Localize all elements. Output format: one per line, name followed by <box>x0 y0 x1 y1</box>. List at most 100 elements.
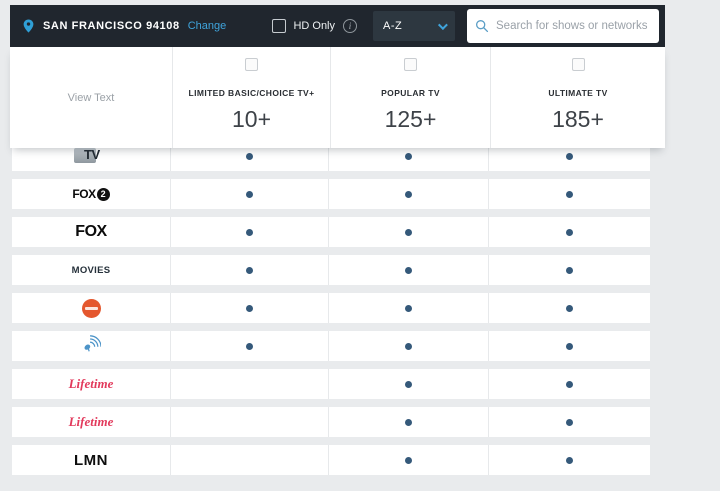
location-pin-icon <box>23 19 34 33</box>
package-cell <box>488 331 650 361</box>
location-text: SAN FRANCISCO 94108 <box>43 20 180 32</box>
channel-row: LMN <box>12 445 650 475</box>
channel-logo-orange-circle-icon <box>81 298 101 318</box>
package-name: ULTIMATE TV <box>548 88 608 98</box>
channel-logo-label: FOX <box>72 187 96 201</box>
channel-row: MOVIES <box>12 255 650 285</box>
channel-logo-satellite-dish-icon <box>81 334 102 359</box>
inclusion-dot <box>405 304 412 312</box>
inclusion-dot <box>246 342 253 350</box>
channel-row: FOX 2 <box>12 179 650 209</box>
package-cell <box>170 407 328 437</box>
package-cell <box>488 179 650 209</box>
package-checkbox-ultimate-tv[interactable] <box>571 58 585 71</box>
channel-row <box>12 293 650 323</box>
channel-logo-lifetime: Lifetime <box>68 414 114 429</box>
inclusion-dot <box>566 456 573 464</box>
inclusion-dot <box>405 456 412 464</box>
orange-circle-band <box>84 306 98 310</box>
package-checkbox-popular-tv[interactable] <box>404 58 417 71</box>
fox2-circle: 2 <box>96 187 110 201</box>
package-cell <box>170 293 328 323</box>
channel-logo-cell <box>12 331 170 361</box>
channel-logo-cell: MOVIES <box>12 255 170 285</box>
package-cell <box>488 217 650 247</box>
channel-table-body: TV FOX 2 FOX MOVIES Lifetime Lifetime LMN <box>12 141 650 475</box>
package-name: POPULAR TV <box>381 88 440 98</box>
inclusion-dot <box>246 228 253 236</box>
channel-logo-fox2: FOX 2 <box>72 187 110 201</box>
channel-row <box>12 331 650 361</box>
change-location-link[interactable]: Change <box>188 20 227 32</box>
package-cell <box>170 217 328 247</box>
package-cell <box>488 407 650 437</box>
channel-logo-lifetime: Lifetime <box>68 376 114 391</box>
package-cell <box>170 179 328 209</box>
package-cell <box>328 407 488 437</box>
package-channel-count: 125+ <box>384 106 437 132</box>
inclusion-dot <box>246 266 253 274</box>
inclusion-dot <box>405 380 412 388</box>
inclusion-dot <box>405 342 412 350</box>
inclusion-dot <box>405 266 412 274</box>
sort-dropdown[interactable]: A-Z <box>373 11 455 41</box>
channel-logo-cell: FOX <box>12 217 170 247</box>
package-cell <box>488 369 650 399</box>
package-column-popular-tv: POPULAR TV 125+ <box>330 47 490 148</box>
package-cell <box>170 445 328 475</box>
channel-row: FOX <box>12 217 650 247</box>
channel-logo-movies: MOVIES <box>71 264 111 276</box>
inclusion-dot <box>405 152 412 160</box>
package-checkbox-limited-basic[interactable] <box>245 58 258 71</box>
channel-logo-cell: Lifetime <box>12 369 170 399</box>
search-icon <box>476 20 489 33</box>
inclusion-dot <box>566 152 573 160</box>
inclusion-dot <box>405 228 412 236</box>
inclusion-dot <box>566 266 573 274</box>
chevron-down-icon <box>437 19 448 30</box>
package-cell <box>170 255 328 285</box>
inclusion-dot <box>246 190 253 198</box>
package-cell <box>170 369 328 399</box>
inclusion-dot <box>566 418 573 426</box>
package-name: LIMITED BASIC/CHOICE TV+ <box>188 88 315 98</box>
channel-logo-label: TV <box>84 147 100 162</box>
package-cell <box>488 255 650 285</box>
inclusion-dot <box>246 304 253 312</box>
info-icon[interactable]: i <box>343 19 357 33</box>
inclusion-dot <box>405 418 412 426</box>
package-cell <box>328 331 488 361</box>
channel-logo-cell: Lifetime <box>12 407 170 437</box>
search-input[interactable] <box>496 20 651 32</box>
search-box[interactable] <box>467 9 659 43</box>
package-channel-count: 10+ <box>231 106 271 132</box>
channel-row: Lifetime <box>12 369 650 399</box>
channel-logo-cell: FOX 2 <box>12 179 170 209</box>
view-text-column: View Text <box>10 47 172 148</box>
channel-logo-cell <box>12 293 170 323</box>
channel-logo-cell: LMN <box>12 445 170 475</box>
hd-only-checkbox[interactable] <box>272 19 287 33</box>
view-text-link[interactable]: View Text <box>68 92 115 104</box>
package-cell <box>328 179 488 209</box>
package-cell <box>328 445 488 475</box>
package-cell <box>328 369 488 399</box>
package-channel-count: 185+ <box>552 106 604 132</box>
inclusion-dot <box>566 342 573 350</box>
inclusion-dot <box>566 380 573 388</box>
package-cell <box>328 255 488 285</box>
top-bar: SAN FRANCISCO 94108 Change HD Only i A-Z <box>10 5 665 47</box>
package-cell <box>488 293 650 323</box>
channel-logo-fox: FOX <box>75 223 107 240</box>
package-cell <box>328 217 488 247</box>
package-header-card: View Text LIMITED BASIC/CHOICE TV+ 10+ P… <box>10 47 665 148</box>
inclusion-dot <box>566 190 573 198</box>
channel-lineup-page: SAN FRANCISCO 94108 Change HD Only i A-Z… <box>0 0 720 491</box>
hd-only-label: HD Only <box>293 20 335 32</box>
package-column-ultimate-tv: ULTIMATE TV 185+ <box>490 47 665 148</box>
inclusion-dot <box>246 152 253 160</box>
package-column-limited-basic: LIMITED BASIC/CHOICE TV+ 10+ <box>172 47 330 148</box>
inclusion-dot <box>566 228 573 236</box>
inclusion-dot <box>405 190 412 198</box>
channel-row: Lifetime <box>12 407 650 437</box>
